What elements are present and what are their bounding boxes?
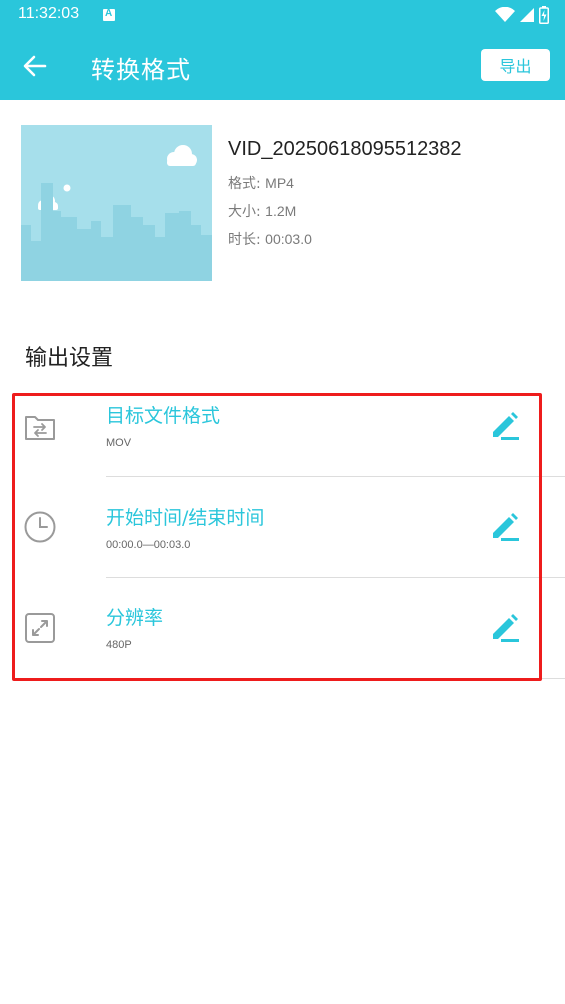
setting-label: 分辨率 — [106, 607, 164, 629]
video-duration: 时长: 00:03.0 — [228, 231, 312, 248]
divider — [106, 577, 565, 578]
app-bar: 转换格式 导出 — [0, 30, 565, 100]
setting-value: MOV — [106, 437, 132, 449]
setting-value: 00:00.0—00:03.0 — [106, 539, 191, 551]
status-bar: 11:32:03 A — [0, 0, 565, 30]
output-settings-title: 输出设置 — [25, 346, 114, 371]
divider — [106, 476, 565, 477]
thumbnail-placeholder-image — [21, 145, 212, 281]
status-icons — [495, 6, 549, 24]
clock-icon — [24, 511, 56, 543]
video-file-name: VID_20250618095512382 — [228, 138, 462, 160]
page-title: 转换格式 — [91, 56, 191, 84]
battery-icon — [539, 6, 549, 24]
setting-label: 目标文件格式 — [106, 405, 221, 427]
divider — [106, 678, 565, 679]
video-size: 大小: 1.2M — [228, 203, 297, 220]
video-format: 格式: MP4 — [228, 175, 294, 192]
edit-pencil-icon[interactable] — [488, 610, 522, 644]
setting-start-end-time[interactable]: 开始时间/结束时间 00:00.0—00:03.0 — [0, 494, 565, 594]
setting-label: 开始时间/结束时间 — [106, 507, 265, 529]
export-button[interactable]: 导出 — [481, 49, 550, 81]
signal-icon — [520, 8, 534, 22]
back-arrow-icon[interactable] — [22, 53, 48, 79]
folder-transfer-icon — [25, 416, 55, 440]
video-thumbnail[interactable] — [21, 125, 212, 281]
wifi-icon — [495, 7, 515, 22]
notification-icon: A — [103, 8, 115, 21]
edit-pencil-icon[interactable] — [488, 408, 522, 442]
edit-pencil-icon[interactable] — [488, 509, 522, 543]
resize-icon — [25, 613, 55, 643]
status-time: 11:32:03 — [18, 5, 80, 22]
setting-target-format[interactable]: 目标文件格式 MOV — [0, 393, 565, 493]
setting-resolution[interactable]: 分辨率 480P — [0, 594, 565, 694]
setting-value: 480P — [106, 639, 132, 651]
